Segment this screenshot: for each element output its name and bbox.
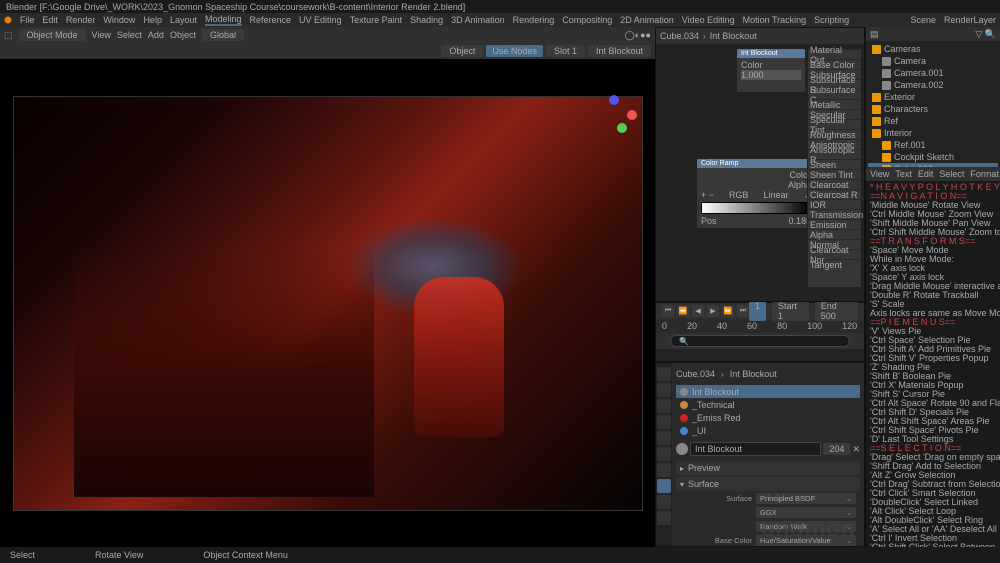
shader-obj[interactable]: Object [441,45,483,57]
outliner-item[interactable]: Camera [868,55,998,67]
tab-uv[interactable]: UV Editing [299,15,342,25]
mode-select[interactable]: Object Mode [19,29,86,41]
jump-start-icon[interactable]: ⏮ [662,305,674,317]
orientation-select[interactable]: Global [202,29,244,41]
title-bar: Blender [F:\Google Drive\_WORK\2023_Gnom… [0,0,1000,13]
shading-buttons[interactable]: ◯◐●● [625,30,651,41]
te-format[interactable]: Format [970,170,999,179]
outliner-item[interactable]: Camera.002 [868,79,998,91]
vp-menu-select[interactable]: Select [117,30,142,40]
te-view[interactable]: View [870,170,889,179]
preview-section[interactable]: ▸ Preview [676,461,860,475]
blender-logo-icon: ⬢ [4,15,12,26]
timeline-track[interactable]: 020406080100120140160180 [656,319,864,333]
material-users[interactable]: 204 [823,443,850,455]
status-bar: Select Rotate View Object Context Menu [0,547,1000,563]
node-principled[interactable]: Material OutBase ColorSubsurfaceSubsurfa… [807,48,862,288]
te-text[interactable]: Text [895,170,912,179]
tab-3danim[interactable]: 3D Animation [451,15,505,25]
playback-controls[interactable]: ⏮ ⏪ ◀ ▶ ⏩ ⏭ [662,305,749,317]
bc-mat[interactable]: Int Blockout [710,31,757,41]
outliner-item[interactable]: Camera.001 [868,67,998,79]
tab-texture[interactable]: Texture Paint [350,15,403,25]
current-frame[interactable]: 1 [749,301,766,321]
3d-viewport[interactable] [0,59,655,547]
timeline[interactable]: ⏮ ⏪ ◀ ▶ ⏩ ⏭ 1 Start 1 End 500 0204060801… [655,302,865,362]
watermark: gnomon [760,515,855,543]
tab-motion[interactable]: Motion Tracking [743,15,807,25]
material-list[interactable]: Int Blockout_Technical_Emiss Red_UI [676,385,860,437]
menu-help[interactable]: Help [143,15,162,25]
tab-shading[interactable]: Shading [410,15,443,25]
tab-rendering[interactable]: Rendering [513,15,555,25]
play-icon[interactable]: ▶ [707,305,719,317]
nav-gizmo[interactable] [597,95,637,135]
menu-edit[interactable]: Edit [42,15,58,25]
outliner-item[interactable]: Ref.001 [868,139,998,151]
tab-compositing[interactable]: Compositing [562,15,612,25]
bc-obj[interactable]: Cube.034 [660,31,699,41]
renderlayer-field[interactable]: RenderLayer [944,15,996,25]
node-editor[interactable]: Cube.034 › Int Blockout Int Blockout Col… [655,27,865,302]
mat-select[interactable]: Int Blockout [588,45,651,57]
node-small[interactable]: Int Blockout Color1.000 [736,48,806,93]
tab-layout[interactable]: Layout [170,15,197,25]
tab-reference[interactable]: Reference [250,15,292,25]
scene-field[interactable]: Scene [910,15,936,25]
color-ramp-bar[interactable] [701,202,811,214]
material-name-field[interactable]: Int Blockout [690,442,821,456]
tab-modeling[interactable]: Modeling [205,14,242,26]
next-key-icon[interactable]: ⏩ [722,305,734,317]
material-slot[interactable]: _Emiss Red [676,411,860,424]
material-slot[interactable]: _UI [676,424,860,437]
outliner-item[interactable]: Interior [868,127,998,139]
outliner-item[interactable]: Ref [868,115,998,127]
play-rev-icon[interactable]: ◀ [692,305,704,317]
slot-select[interactable]: Slot 1 [546,45,585,57]
tab-video[interactable]: Video Editing [682,15,735,25]
outliner-item[interactable]: Cameras [868,43,998,55]
unlink-icon[interactable]: ✕ [852,444,860,455]
status-select: Select [10,550,35,560]
use-nodes-toggle[interactable]: Use Nodes [486,45,543,57]
mat-ball-icon [676,443,688,455]
start-frame[interactable]: Start 1 [772,301,809,321]
te-edit[interactable]: Edit [918,170,934,179]
end-frame[interactable]: End 500 [815,301,858,321]
material-slot[interactable]: Int Blockout [676,385,860,398]
jump-end-icon[interactable]: ⏭ [737,305,749,317]
te-select[interactable]: Select [939,170,964,179]
tab-2danim[interactable]: 2D Animation [620,15,674,25]
shader-header: Object Use Nodes Slot 1 Int Blockout [0,43,655,59]
main-menu[interactable]: ⬢ File Edit Render Window Help Layout Mo… [0,13,1000,27]
outliner[interactable]: ▤▽ 🔍 CamerasCameraCamera.001Camera.002Ex… [866,27,1000,167]
vp-menu-add[interactable]: Add [148,30,164,40]
filter-icon[interactable]: ▽ 🔍 [975,29,996,40]
node-color-ramp[interactable]: Color Ramp Color Alpha + −RGBLinear⌄ Pos… [696,158,816,229]
status-context: Object Context Menu [203,550,288,560]
editor-type-icon[interactable]: ⬚ [4,30,13,41]
material-slot[interactable]: _Technical [676,398,860,411]
tab-scripting[interactable]: Scripting [814,15,849,25]
outliner-item[interactable]: Characters [868,103,998,115]
surface-section[interactable]: ▾ Surface [676,477,860,491]
text-editor[interactable]: View Text Edit Select Format Templates *… [866,167,1000,547]
surface-shader[interactable]: Principled BSDF [756,493,856,504]
menu-window[interactable]: Window [103,15,135,25]
menu-render[interactable]: Render [66,15,96,25]
vp-menu-view[interactable]: View [92,30,111,40]
outliner-item[interactable]: Cockpit Sketch [868,151,998,163]
menu-file[interactable]: File [20,15,35,25]
props-tabs[interactable] [656,363,672,546]
search-input[interactable] [670,335,850,347]
rendered-view [13,96,643,511]
viewport-header: ⬚ Object Mode View Select Add Object Glo… [0,27,655,43]
prev-key-icon[interactable]: ⏪ [677,305,689,317]
vp-menu-object[interactable]: Object [170,30,196,40]
material-tab-icon[interactable] [657,479,671,493]
outliner-item[interactable]: Exterior [868,91,998,103]
status-rotate: Rotate View [95,550,143,560]
